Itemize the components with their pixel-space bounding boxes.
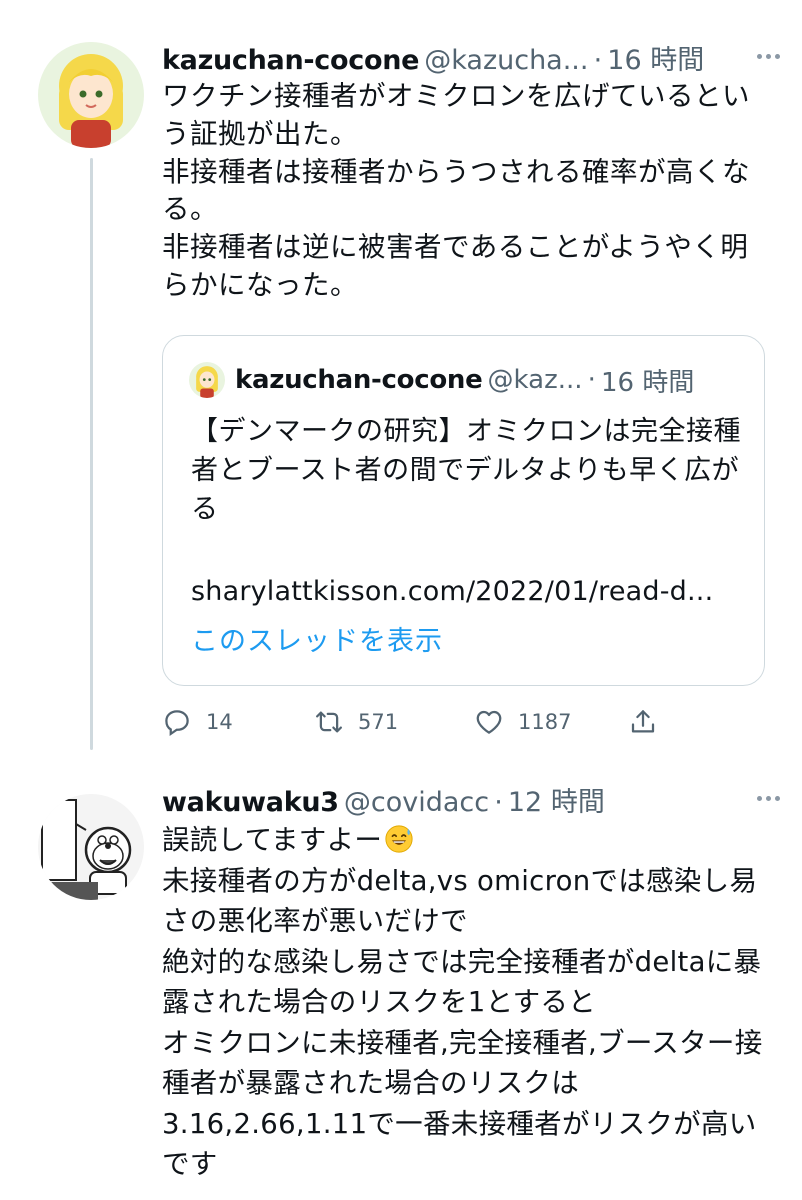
quote-display-name: kazuchan-cocone xyxy=(235,365,483,395)
share-icon xyxy=(631,710,655,733)
retweet-count: 571 xyxy=(358,710,399,734)
handle[interactable]: @covidacc xyxy=(344,787,489,818)
action-bar: 14 571 1187 xyxy=(162,704,662,740)
tweet-text-line1: 誤読してますよー xyxy=(162,824,383,856)
reply-icon xyxy=(165,710,189,737)
quote-timestamp: 16 時間 xyxy=(600,367,695,398)
separator-dot: · xyxy=(494,787,503,818)
like-icon xyxy=(476,710,502,734)
retweet-button[interactable]: 571 xyxy=(314,704,398,740)
tweet-content: wakuwaku3 @covidacc · 12 時間 誤読してますよー 未接種… xyxy=(162,780,780,1185)
quoted-tweet[interactable]: kazuchan-cocone @kaz... · 16 時間 【デンマークの研… xyxy=(162,335,765,686)
like-count: 1187 xyxy=(518,710,572,734)
tweet-header: wakuwaku3 @covidacc · 12 時間 xyxy=(162,780,780,820)
tweet-text: ワクチン接種者がオミクロンを広げているという証拠が出た。 非接種者は接種者からう… xyxy=(162,80,750,301)
display-name[interactable]: kazuchan-cocone xyxy=(162,45,419,76)
sweat-smile-emoji xyxy=(385,825,413,853)
tweet-header: kazuchan-cocone @kazucha... · 16 時間 xyxy=(162,38,780,78)
avatar[interactable] xyxy=(38,794,144,900)
reply-button[interactable]: 14 xyxy=(162,704,233,740)
avatar[interactable] xyxy=(38,42,144,148)
tweet-content: kazuchan-cocone @kazucha... · 16 時間 ワクチン… xyxy=(162,38,780,305)
handle[interactable]: @kazucha... xyxy=(424,45,588,76)
more-icon[interactable] xyxy=(750,44,786,68)
show-thread-link[interactable]: このスレッドを表示 xyxy=(191,619,443,658)
retweet-icon xyxy=(316,711,342,733)
quote-header: kazuchan-cocone @kaz... · 16 時間 xyxy=(189,360,694,400)
quote-link[interactable]: sharylattkisson.com/2022/01/read-d... xyxy=(191,576,713,607)
timestamp[interactable]: 16 時間 xyxy=(607,45,704,76)
tweet-text-rest: 未接種者の方がdelta,vs omicronでは感染し易さの悪化率が悪いだけで… xyxy=(162,864,763,1181)
quote-handle: @kaz... xyxy=(487,365,583,395)
thread-connector xyxy=(90,158,93,750)
like-button[interactable]: 1187 xyxy=(474,704,571,740)
share-button[interactable] xyxy=(628,704,658,740)
quote-avatar xyxy=(189,362,225,398)
tweet-text: 誤読してますよー 未接種者の方がdelta,vs omicronでは感染し易さの… xyxy=(162,820,774,1185)
more-icon[interactable] xyxy=(750,786,786,810)
reply-count: 14 xyxy=(206,710,233,734)
separator-dot: · xyxy=(593,45,603,76)
quote-text: 【デンマークの研究】オミクロンは完全接種者とブースト者の間でデルタよりも早く広が… xyxy=(191,416,741,525)
timestamp[interactable]: 12 時間 xyxy=(508,787,605,818)
timeline: kazuchan-cocone @kazucha... · 16 時間 ワクチン… xyxy=(0,0,802,1200)
quote-separator-dot: · xyxy=(587,365,596,395)
display-name[interactable]: wakuwaku3 xyxy=(162,787,339,818)
